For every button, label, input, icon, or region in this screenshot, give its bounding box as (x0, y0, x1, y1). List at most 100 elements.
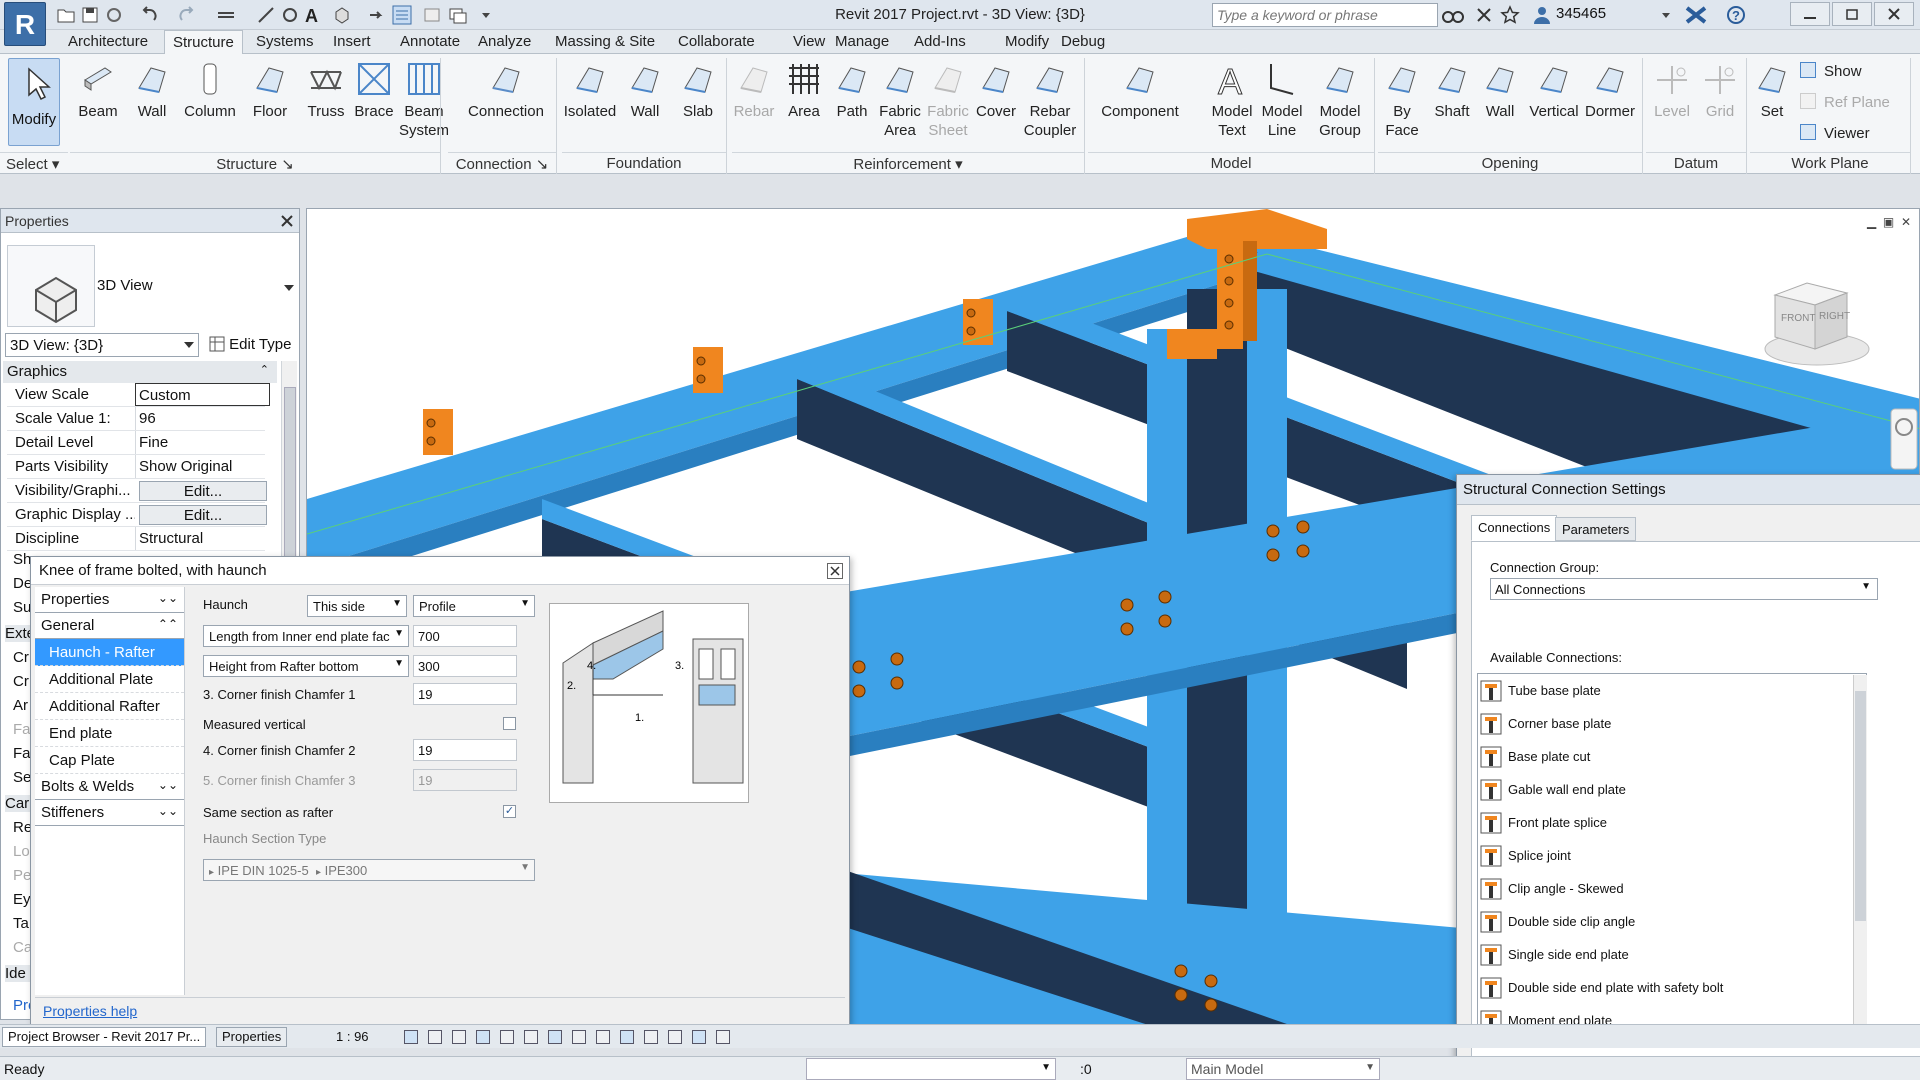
star-icon[interactable] (1500, 5, 1520, 25)
cover-button[interactable]: Cover (973, 60, 1019, 121)
end-plate-3[interactable] (693, 347, 723, 393)
beam-button[interactable]: Beam (74, 60, 122, 121)
reveal-constraints-icon[interactable] (692, 1030, 706, 1044)
tab-massing-site[interactable]: Massing & Site (555, 33, 655, 50)
close-window-button[interactable] (1874, 2, 1914, 26)
scrollbar-thumb[interactable] (1855, 691, 1866, 921)
tab-systems[interactable]: Systems (256, 33, 314, 50)
properties-help-link[interactable]: Properties help (43, 1003, 137, 1019)
fabric-area-button[interactable]: Fabric Area (877, 60, 923, 140)
height-mode-select[interactable]: Height from Rafter bottom ▼ (203, 655, 409, 677)
tab-structure[interactable]: Structure (164, 30, 243, 55)
sync-icon[interactable] (104, 5, 124, 25)
brace-button[interactable]: Brace (352, 60, 396, 121)
sun-path-icon[interactable] (452, 1030, 466, 1044)
binoculars-icon[interactable] (1442, 5, 1464, 25)
nav-item-end-plate[interactable]: End plate (35, 720, 184, 747)
tab-analyze[interactable]: Analyze (478, 33, 531, 50)
user-dropdown-icon[interactable] (1660, 5, 1672, 25)
same-section-checkbox[interactable]: ✓ (503, 805, 516, 818)
shadows-icon[interactable] (476, 1030, 490, 1044)
edit-button[interactable]: Edit... (139, 481, 267, 501)
vertical-opening-button[interactable]: Vertical (1526, 60, 1582, 121)
area-rebar-button[interactable]: Area (782, 60, 826, 121)
graphics-section-header[interactable]: Graphics ⌃ (3, 361, 277, 383)
component-button[interactable]: Component (1097, 60, 1183, 121)
thin-lines-icon[interactable] (392, 5, 412, 25)
connection-item[interactable]: Tube base plate (1478, 674, 1866, 707)
property-value[interactable]: Fine (135, 431, 270, 454)
dimension-icon[interactable] (256, 5, 276, 25)
by-face-button[interactable]: By Face (1380, 60, 1424, 140)
viewcube-right-label[interactable]: RIGHT (1819, 311, 1850, 322)
haunch-side-select[interactable]: This side ▼ (307, 595, 407, 617)
property-value[interactable]: Show Original (135, 455, 270, 478)
close-icon[interactable] (281, 215, 293, 227)
column-button[interactable]: Column (182, 60, 238, 121)
text-icon[interactable]: A (302, 5, 322, 25)
connection-item[interactable]: Single side end plate (1478, 938, 1866, 971)
beam-system-button[interactable]: Beam System (398, 60, 450, 140)
view-cube[interactable]: FRONT RIGHT (1764, 282, 1870, 366)
worksharing-icon[interactable] (644, 1030, 658, 1044)
nav-item-haunch-rafter[interactable]: Haunch - Rafter (35, 639, 184, 666)
view-selector[interactable]: 3D View: {3D} (5, 333, 199, 357)
unlock-3d-icon[interactable] (572, 1030, 586, 1044)
help-icon[interactable]: ? (1726, 5, 1746, 25)
model-group-button[interactable]: Model Group (1315, 60, 1365, 140)
application-menu-button[interactable]: R (4, 2, 46, 46)
viewcube-front-label[interactable]: FRONT (1781, 313, 1815, 324)
wall-opening-button[interactable]: Wall (1478, 60, 1522, 121)
nav-item-additional-rafter[interactable]: Additional Rafter (35, 693, 184, 720)
property-value[interactable]: Structural (135, 527, 270, 550)
isolated-footing-button[interactable]: Isolated (560, 60, 620, 121)
connection-item[interactable]: Splice joint (1478, 839, 1866, 872)
measured-vertical-checkbox[interactable] (503, 717, 516, 730)
section-icon[interactable] (366, 5, 386, 25)
render-icon[interactable] (500, 1030, 514, 1044)
chamfer2-input[interactable]: 19 (413, 739, 517, 761)
tab-collaborate[interactable]: Collaborate (678, 33, 755, 50)
tab-add-ins[interactable]: Add-Ins (914, 33, 966, 50)
modify-button[interactable]: Modify (8, 58, 60, 146)
crop-view-icon[interactable] (524, 1030, 538, 1044)
path-rebar-button[interactable]: Path (830, 60, 874, 121)
highlight-displacement-icon[interactable] (668, 1030, 682, 1044)
connection-group-select[interactable]: All Connections ▼ (1490, 578, 1878, 600)
tab-debug[interactable]: Debug (1061, 33, 1105, 50)
nav-item-cap-plate[interactable]: Cap Plate (35, 747, 184, 774)
length-mode-select[interactable]: Length from Inner end plate fac ▼ (203, 625, 409, 647)
temp-hide-icon[interactable] (596, 1030, 610, 1044)
user-icon[interactable] (1532, 5, 1552, 25)
undo-icon[interactable] (140, 5, 160, 25)
tab-connections[interactable]: Connections (1471, 515, 1558, 541)
rebar-coupler-button[interactable]: Rebar Coupler (1022, 60, 1078, 140)
haunch-profile-select[interactable]: Profile ▼ (413, 595, 535, 617)
workplane-viewer-button[interactable]: Viewer (1800, 124, 1870, 142)
set-workplane-button[interactable]: Set (1752, 60, 1792, 121)
tab-parameters[interactable]: Parameters (1555, 517, 1637, 541)
tab-manage[interactable]: Manage (835, 33, 889, 50)
workplane-show-button[interactable]: Show (1800, 62, 1862, 80)
tab-insert[interactable]: Insert (333, 33, 371, 50)
connection-item[interactable]: Clip angle - Skewed (1478, 872, 1866, 905)
workset-select[interactable]: ▼ (806, 1058, 1056, 1080)
detail-level-icon[interactable] (404, 1030, 418, 1044)
connection-item[interactable]: Base plate cut (1478, 740, 1866, 773)
model-line-button[interactable]: Model Line (1258, 60, 1306, 140)
height-input[interactable]: 300 (413, 655, 517, 677)
connection-item[interactable]: Double side clip angle (1478, 905, 1866, 938)
exchange-apps-icon[interactable] (1684, 5, 1708, 25)
property-value[interactable]: Custom (135, 383, 270, 406)
user-id[interactable]: 345465 (1556, 5, 1606, 22)
tab-annotate[interactable]: Annotate (400, 33, 460, 50)
property-value[interactable]: 96 (135, 407, 270, 430)
design-option-select[interactable]: Main Model ▼ (1186, 1058, 1380, 1080)
view-scale[interactable]: 1 : 96 (336, 1029, 369, 1044)
close-hidden-icon[interactable] (422, 5, 442, 25)
tab-view[interactable]: View (793, 33, 825, 50)
truss-button[interactable]: Truss (304, 60, 348, 121)
show-crop-icon[interactable] (548, 1030, 562, 1044)
3d-view-icon[interactable] (332, 5, 352, 25)
navigation-bar[interactable] (1890, 408, 1918, 470)
